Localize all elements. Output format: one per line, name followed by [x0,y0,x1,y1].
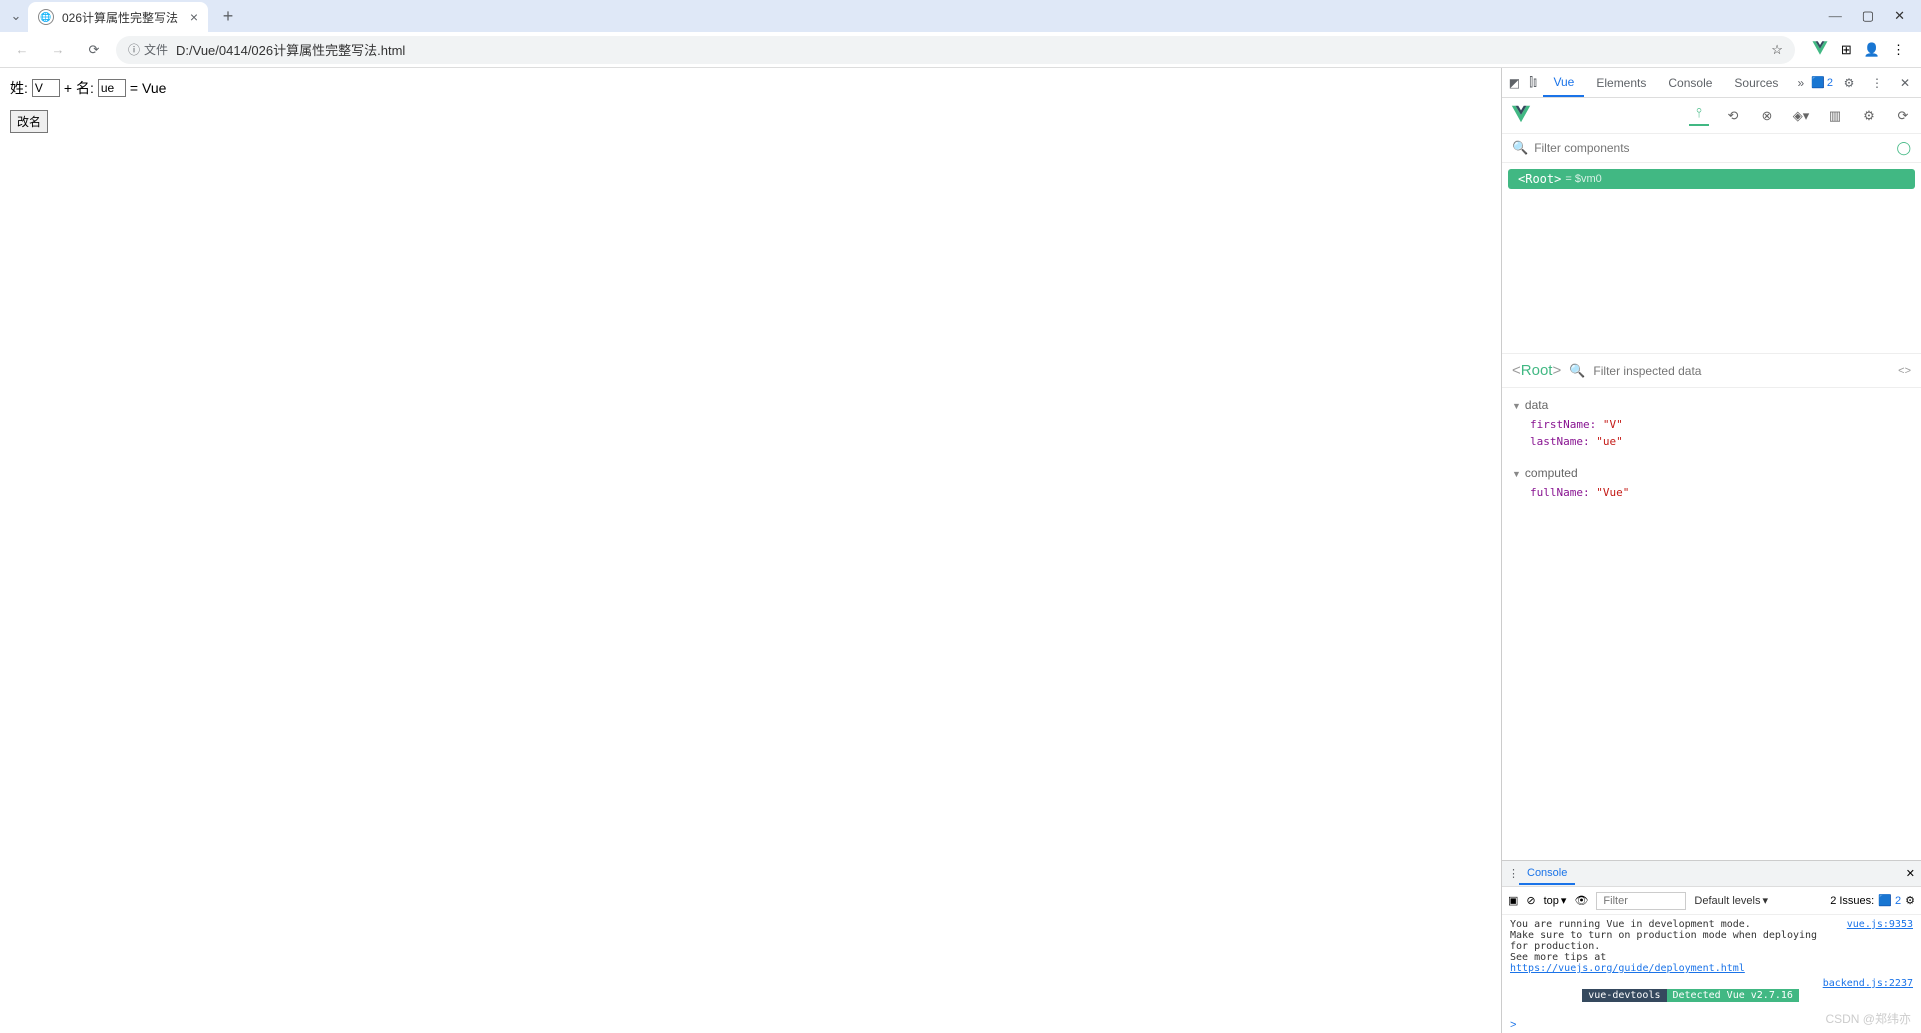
log-link[interactable]: https://vuejs.org/guide/deployment.html [1510,963,1745,974]
minimize-icon[interactable]: — [1829,8,1842,24]
drawer-menu-icon[interactable]: ⋮ [1508,867,1519,880]
component-filter: 🔍 ◯ [1502,134,1921,163]
target-icon[interactable]: ◯ [1896,140,1911,156]
page-content: 姓: + 名: = Vue 改名 [0,68,1501,1033]
filter-components-input[interactable] [1534,141,1896,155]
vue-inspector: <Root> 🔍 <> data firstName: "V" lastName… [1502,353,1921,860]
data-prop: lastName: "ue" [1512,433,1911,450]
tab-elements[interactable]: Elements [1586,70,1656,96]
context-selector[interactable]: top ▾ [1544,894,1567,907]
console-settings-icon[interactable]: ⚙ [1905,894,1915,907]
components-tab-icon[interactable]: ⫯ [1689,106,1709,126]
console-tab[interactable]: Console [1519,863,1575,885]
settings-vue-icon[interactable]: ⚙ [1859,106,1879,126]
file-info-icon: ⓘ 文件 [128,41,168,58]
given-input[interactable] [98,79,126,97]
devtools-panel: ◩ ⫿⫾ Vue Elements Console Sources » 🟦 2 … [1501,68,1921,1033]
code-icon[interactable]: <> [1898,365,1911,377]
reload-button[interactable]: ⟳ [80,36,108,64]
close-window-icon[interactable]: ✕ [1894,8,1905,24]
log-levels-selector[interactable]: Default levels ▾ [1694,894,1768,907]
address-bar[interactable]: ⓘ 文件 D:/Vue/0414/026计算属性完整写法.html ☆ [116,36,1795,64]
sidebar-toggle-icon[interactable]: ▣ [1508,894,1518,907]
search-icon: 🔍 [1512,140,1528,156]
tab-title: 026计算属性完整写法 [62,9,178,26]
star-icon[interactable]: ☆ [1771,42,1783,58]
tab-vue[interactable]: Vue [1543,69,1584,97]
close-icon[interactable]: × [190,9,198,25]
maximize-icon[interactable]: ▢ [1862,8,1874,24]
console-filter-input[interactable] [1596,892,1686,910]
root-component-node[interactable]: <Root> = $vm0 [1508,169,1915,189]
new-tab-button[interactable]: + [214,2,242,30]
rename-button[interactable]: 改名 [10,110,48,133]
root-label: <Root> [1518,172,1561,186]
vue-logo-icon [1510,103,1536,128]
url-bar: ← → ⟳ ⓘ 文件 D:/Vue/0414/026计算属性完整写法.html … [0,32,1921,68]
devtools-badge: vue-devtools [1582,989,1666,1002]
clear-console-icon[interactable]: ⊘ [1526,894,1535,907]
routes-icon[interactable]: ◈▾ [1791,106,1811,126]
browser-tab[interactable]: 🌐 026计算属性完整写法 × [28,2,208,32]
timeline-icon[interactable]: ⟲ [1723,106,1743,126]
vue-extension-icon[interactable] [1811,39,1829,60]
log-source-link[interactable]: vue.js:9353 [1847,919,1913,974]
component-tree: <Root> = $vm0 [1502,163,1921,353]
url-text: D:/Vue/0414/026计算属性完整写法.html [176,40,405,59]
tab-console[interactable]: Console [1658,70,1722,96]
globe-icon: 🌐 [38,9,54,25]
search-icon: 🔍 [1569,363,1585,379]
inspector-icon[interactable]: ⊗ [1757,106,1777,126]
watermark: CSDN @郑纬亦 [1825,1010,1911,1027]
data-section-header[interactable]: data [1512,394,1911,416]
console-drawer: ⋮ Console ✕ ▣ ⊘ top ▾ 👁 Default levels ▾… [1502,860,1921,1033]
perf-icon[interactable]: ▥ [1825,106,1845,126]
eye-icon[interactable]: 👁 [1574,894,1588,907]
surname-label: 姓: [10,78,28,98]
root-eq: = $vm0 [1565,173,1601,185]
menu-icon[interactable]: ⋮ [1892,42,1905,58]
close-devtools-icon[interactable]: ✕ [1893,71,1917,95]
version-badge: Detected Vue v2.7.16 [1667,989,1799,1002]
tab-sources[interactable]: Sources [1724,70,1788,96]
computed-prop: fullName: "Vue" [1512,484,1911,501]
forward-button[interactable]: → [44,36,72,64]
inspector-title: <Root> [1512,362,1561,379]
issues-badge[interactable]: 🟦 2 [1811,76,1833,89]
devtools-tabs: ◩ ⫿⫾ Vue Elements Console Sources » 🟦 2 … [1502,68,1921,98]
titlebar: ⌄ 🌐 026计算属性完整写法 × + — ▢ ✕ [0,0,1921,32]
filter-data-input[interactable] [1593,364,1890,378]
device-toggle-icon[interactable]: ⫿⫾ [1525,71,1542,95]
surname-input[interactable] [32,79,60,97]
close-drawer-icon[interactable]: ✕ [1906,867,1915,880]
data-prop: firstName: "V" [1512,416,1911,433]
more-menu-icon[interactable]: ⋮ [1865,71,1889,95]
log-message: You are running Vue in development mode.… [1510,919,1839,974]
settings-icon[interactable]: ⚙ [1837,71,1861,95]
extensions-icon[interactable]: ⊞ [1841,42,1852,58]
computed-section-header[interactable]: computed [1512,462,1911,484]
inspect-icon[interactable]: ◩ [1506,71,1523,95]
log-message: vue-devtoolsDetected Vue v2.7.16 [1510,978,1815,1013]
issue-count-badge[interactable]: 🟦 2 [1878,894,1901,907]
refresh-vue-icon[interactable]: ⟳ [1893,106,1913,126]
profile-icon[interactable]: 👤 [1864,42,1880,58]
window-controls: — ▢ ✕ [1829,8,1917,24]
log-source-link[interactable]: backend.js:2237 [1823,978,1913,1013]
issues-label: 2 Issues: [1830,895,1874,907]
equals-label: = [130,80,138,96]
vue-devtools-header: ⫯ ⟲ ⊗ ◈▾ ▥ ⚙ ⟳ [1502,98,1921,134]
more-tabs-icon[interactable]: » [1792,71,1809,95]
tab-dropdown-icon[interactable]: ⌄ [4,4,28,28]
back-button[interactable]: ← [8,36,36,64]
plus-label: + 名: [64,78,94,98]
result-text: Vue [142,80,166,96]
